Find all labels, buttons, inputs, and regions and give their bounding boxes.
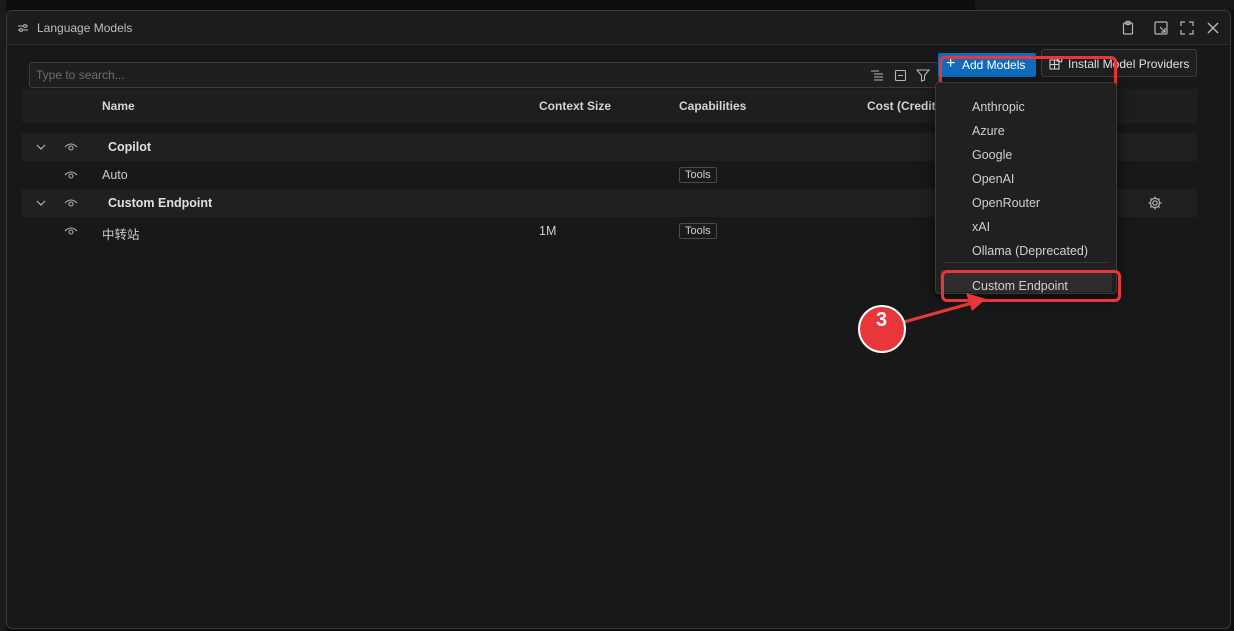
popout-icon[interactable] bbox=[1153, 20, 1169, 36]
chevron-down-icon[interactable] bbox=[34, 196, 48, 210]
window-title: Language Models bbox=[37, 21, 133, 35]
eye-icon[interactable] bbox=[64, 141, 78, 153]
menu-item-ollama[interactable]: Ollama (Deprecated) bbox=[972, 244, 1088, 258]
model-name: 中转站 bbox=[102, 228, 140, 242]
clipboard-icon[interactable] bbox=[1120, 20, 1136, 36]
eye-icon[interactable] bbox=[64, 197, 78, 209]
capability-tag: Tools bbox=[679, 167, 717, 183]
column-header-cost[interactable]: Cost (Credits bbox=[867, 99, 942, 113]
extensions-icon bbox=[1049, 56, 1063, 70]
step-badge: 3 bbox=[858, 305, 906, 353]
context-size: 1M bbox=[539, 224, 557, 238]
search-input[interactable] bbox=[36, 67, 856, 83]
menu-item-anthropic[interactable]: Anthropic bbox=[972, 100, 1025, 114]
menu-item-google[interactable]: Google bbox=[972, 148, 1012, 162]
install-model-providers-button[interactable]: Install Model Providers bbox=[1041, 49, 1197, 77]
eye-icon[interactable] bbox=[64, 225, 78, 237]
clear-filter-list-icon[interactable] bbox=[870, 68, 884, 82]
collapse-all-icon[interactable] bbox=[894, 68, 908, 82]
filter-icon[interactable] bbox=[916, 68, 930, 82]
chevron-down-icon[interactable] bbox=[34, 140, 48, 154]
title-bar: Language Models bbox=[7, 11, 1230, 45]
menu-item-openrouter[interactable]: OpenRouter bbox=[972, 196, 1040, 210]
add-models-label: Add Models bbox=[962, 58, 1026, 72]
close-icon[interactable] bbox=[1205, 20, 1221, 36]
group-name: Copilot bbox=[108, 140, 152, 154]
top-edge-strip bbox=[975, 0, 1234, 10]
search-box[interactable] bbox=[29, 62, 939, 88]
maximize-icon[interactable] bbox=[1179, 20, 1195, 36]
step-number: 3 bbox=[876, 309, 888, 331]
add-models-dropdown: Anthropic Azure Google OpenAI OpenRouter… bbox=[935, 82, 1117, 294]
menu-item-azure[interactable]: Azure bbox=[972, 124, 1005, 138]
eye-icon[interactable] bbox=[64, 169, 78, 181]
menu-item-xai[interactable]: xAI bbox=[972, 220, 990, 234]
capability-tag: Tools bbox=[679, 223, 717, 239]
add-models-button[interactable]: + Add Models bbox=[938, 53, 1036, 77]
install-model-providers-label: Install Model Providers bbox=[1068, 57, 1190, 71]
column-header-name[interactable]: Name bbox=[102, 99, 135, 113]
gear-icon[interactable] bbox=[1147, 195, 1163, 211]
column-header-capabilities[interactable]: Capabilities bbox=[679, 99, 746, 113]
column-header-context-size[interactable]: Context Size bbox=[539, 99, 611, 113]
group-name: Custom Endpoint bbox=[108, 196, 213, 210]
plus-icon: + bbox=[946, 55, 956, 72]
menu-separator bbox=[944, 262, 1108, 263]
menu-item-openai[interactable]: OpenAI bbox=[972, 172, 1014, 186]
menu-item-custom-endpoint[interactable]: Custom Endpoint bbox=[972, 279, 1068, 293]
model-name: Auto bbox=[102, 168, 128, 182]
settings-sliders-icon bbox=[18, 23, 28, 33]
